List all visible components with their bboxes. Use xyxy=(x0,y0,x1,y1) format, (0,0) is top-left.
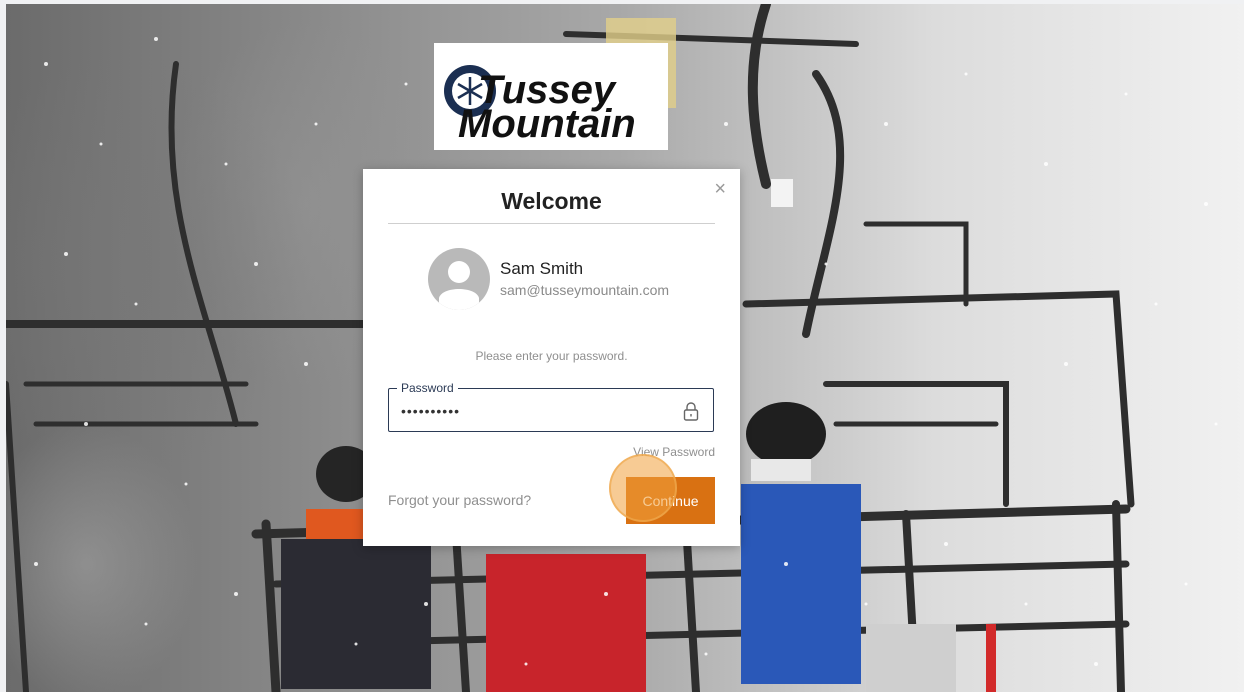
user-name: Sam Smith xyxy=(500,259,584,278)
password-label: Password xyxy=(397,381,458,395)
logo-line2: Mountain xyxy=(458,102,636,143)
login-modal: × Welcome Sam Smith sam@tusseymountain.c… xyxy=(363,169,740,546)
modal-title: Welcome xyxy=(501,188,602,214)
tussey-mountain-logo: Tussey Mountain xyxy=(434,43,668,150)
snowflake-logo-icon: Tussey Mountain xyxy=(444,64,636,143)
lock-icon xyxy=(683,401,699,426)
title-divider xyxy=(388,223,715,224)
view-password-link[interactable]: View Password xyxy=(633,445,715,459)
password-prompt: Please enter your password. xyxy=(475,349,628,363)
password-field[interactable]: Password xyxy=(388,381,714,432)
user-email: sam@tusseymountain.com xyxy=(500,282,670,298)
forgot-password-link[interactable]: Forgot your password? xyxy=(388,492,531,508)
continue-button[interactable]: Continue xyxy=(626,477,715,524)
password-input[interactable] xyxy=(401,401,671,421)
user-avatar-icon xyxy=(428,248,490,310)
